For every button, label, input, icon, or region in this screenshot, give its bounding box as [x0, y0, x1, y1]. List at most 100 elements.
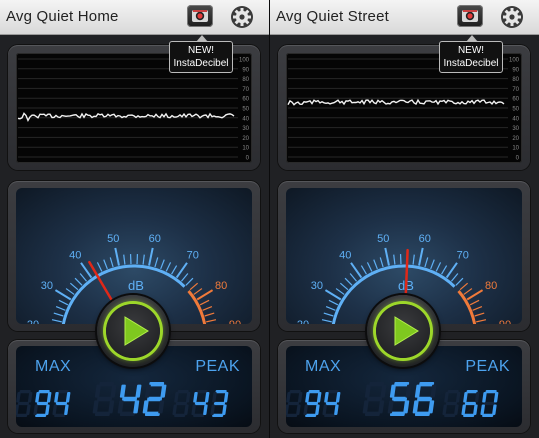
graph-scale-label: 40	[242, 116, 249, 122]
start-meter-button[interactable]	[367, 295, 439, 367]
gauge-tick	[154, 257, 159, 268]
gauge-tick	[51, 319, 62, 323]
peak-digit-ghost	[442, 390, 461, 417]
gauge-tick	[474, 312, 485, 317]
gauge-tick	[180, 273, 189, 282]
graph-scale-label: 90	[242, 67, 249, 73]
max-digit-ghost	[14, 390, 33, 417]
camera-button[interactable]	[457, 5, 483, 27]
graph-scale-label: 100	[509, 58, 520, 64]
current-digit-ghost	[92, 382, 117, 416]
gauge-scale-label: 20	[297, 319, 309, 324]
max-label: MAX	[305, 358, 342, 375]
play-icon	[394, 316, 419, 346]
gauge-tick	[472, 306, 483, 311]
gauge-tick	[171, 265, 178, 275]
tooltip-line-1: NEW!	[457, 45, 485, 56]
graph-scale-label: 60	[242, 97, 249, 103]
gauge-scale-label: 80	[485, 280, 497, 292]
gear-icon	[501, 6, 523, 28]
peak-label: PEAK	[465, 358, 510, 375]
gauge-tick	[459, 282, 469, 291]
graph-scale-label: 30	[242, 126, 249, 132]
gauge-tick	[441, 265, 448, 275]
gauge-tick	[335, 288, 345, 295]
graph-scale-label: 0	[516, 156, 520, 162]
gauge-tick	[366, 262, 373, 272]
graph-scale-label: 90	[512, 67, 519, 73]
gauge-scale-label: 20	[27, 319, 39, 324]
settings-button[interactable]	[230, 5, 254, 29]
max-digit	[52, 390, 71, 417]
graph-scale-label: 10	[512, 146, 519, 152]
instadecibel-tooltip[interactable]: NEW! InstaDecibel	[439, 35, 503, 73]
gauge-scale-label: 60	[149, 233, 161, 245]
unit-label: dB	[128, 278, 144, 293]
gauge-tick	[469, 299, 480, 306]
gauge-scale-label: 40	[339, 250, 351, 262]
gauge-tick	[328, 299, 339, 306]
gauge-tick	[466, 289, 484, 301]
gauge-tick	[142, 254, 145, 265]
gauge-scale-label: 50	[107, 233, 119, 245]
meter-panel-street: Avg Quiet Street 100 90 80 70 60 50 40 3…	[270, 0, 539, 438]
gauge-tick	[321, 319, 332, 323]
gauge-tick	[96, 262, 103, 272]
graph-scale-label: 30	[512, 126, 519, 132]
graph-scale-label: 80	[512, 77, 519, 83]
gauge-tick	[175, 262, 188, 279]
gauge-tick	[58, 299, 69, 306]
gauge-tick	[476, 319, 487, 323]
gauge-tick	[148, 247, 154, 266]
graph-scale-label: 20	[242, 136, 249, 142]
gauge-scale-label: 80	[215, 280, 227, 292]
gauge-tick	[373, 259, 378, 270]
gauge-scale-label: 40	[69, 250, 81, 262]
gauge-scale-label: 90	[499, 319, 511, 324]
gauge-scale-label: 70	[457, 250, 469, 262]
camera-button[interactable]	[187, 5, 213, 27]
gauge-tick	[199, 299, 210, 306]
tooltip-line-2: InstaDecibel	[443, 58, 499, 69]
gauge-tick	[54, 289, 72, 301]
settings-button[interactable]	[500, 5, 524, 29]
gauge-tick	[344, 277, 353, 286]
gauge-tick	[424, 257, 429, 268]
title-bar: Avg Quiet Home	[0, 0, 269, 35]
gauge-tick	[455, 277, 464, 286]
title-bar: Avg Quiet Street	[270, 0, 539, 35]
gauge-tick	[339, 282, 349, 291]
max-digit	[322, 390, 341, 417]
gauge-tick	[349, 273, 358, 282]
gauge-tick	[384, 247, 390, 266]
start-meter-button[interactable]	[97, 295, 169, 367]
gauge-scale-label: 50	[377, 233, 389, 245]
tooltip-line-1: NEW!	[187, 45, 215, 56]
graph-scale-label: 0	[246, 156, 250, 162]
graph-scale-label: 50	[242, 107, 249, 113]
gauge-tick	[360, 265, 367, 275]
meter-title: Avg Quiet Home	[6, 8, 119, 25]
gauge-scale-label: 30	[311, 280, 323, 292]
gauge-tick	[69, 282, 79, 291]
max-digit	[303, 390, 322, 417]
gauge-tick	[393, 254, 396, 265]
gauge-scale-label: 60	[419, 233, 431, 245]
instadecibel-tooltip[interactable]: NEW! InstaDecibel	[169, 35, 233, 73]
graph-scale-label: 20	[512, 136, 519, 142]
gauge-tick	[323, 312, 334, 317]
current-digit	[387, 382, 412, 416]
meter-title: Avg Quiet Street	[276, 8, 389, 25]
gauge-tick	[196, 289, 214, 301]
camera-icon	[192, 10, 208, 22]
peak-digit	[480, 390, 499, 417]
gauge-tick	[445, 262, 458, 279]
gauge-tick	[165, 262, 172, 272]
gauge-tick	[202, 306, 213, 311]
graph-scale-label: 70	[242, 87, 249, 93]
gauge-tick	[193, 288, 203, 295]
gauge-tick	[123, 254, 126, 265]
peak-digit	[210, 390, 229, 417]
gear-icon	[231, 6, 253, 28]
graph-scale-label: 60	[512, 97, 519, 103]
